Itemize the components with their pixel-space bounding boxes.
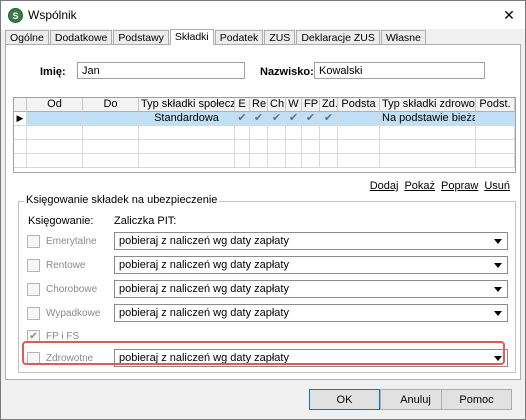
- checkbox-row-rentowe[interactable]: Rentowe: [27, 257, 85, 273]
- emerytalne-checkbox[interactable]: [27, 234, 40, 248]
- cell-podstawa[interactable]: [338, 112, 380, 126]
- cell-do[interactable]: [83, 112, 139, 126]
- grid-header-podst[interactable]: Podst.: [476, 98, 515, 112]
- wypadkowe-pit-value: pobieraj z naliczeń wg daty zapłaty: [119, 307, 289, 319]
- wypadkowe-label: Wypadkowe: [46, 307, 101, 319]
- cell-typ-zdrowotne[interactable]: Na podstawie bieżą: [380, 112, 476, 126]
- tab-strip: Ogólne Dodatkowe Podstawy Składki Podate…: [5, 29, 427, 45]
- table-row: [14, 126, 515, 140]
- grid-actions: Dodaj Pokaż Popraw Usuń: [370, 180, 510, 192]
- chorobowe-pit-select[interactable]: pobieraj z naliczeń wg daty zapłaty: [114, 280, 508, 298]
- rentowe-pit-select[interactable]: pobieraj z naliczeń wg daty zapłaty: [114, 256, 508, 274]
- grid-header-w[interactable]: W: [286, 98, 302, 112]
- emerytalne-pit-value: pobieraj z naliczeń wg daty zapłaty: [119, 235, 289, 247]
- cell-podst[interactable]: [476, 112, 515, 126]
- booking-column-label: Księgowanie:: [28, 215, 94, 227]
- tab-ogolne[interactable]: Ogólne: [5, 30, 49, 45]
- tab-skladki[interactable]: Składki: [169, 29, 214, 45]
- last-name-label: Nazwisko:: [260, 66, 314, 78]
- check-icon[interactable]: ✔: [320, 112, 338, 126]
- grid-header-re[interactable]: Re: [250, 98, 268, 112]
- first-name-field[interactable]: Jan: [77, 62, 245, 79]
- checkbox-row-wypadkowe[interactable]: Wypadkowe: [27, 305, 100, 321]
- rentowe-pit-value: pobieraj z naliczeń wg daty zapłaty: [119, 259, 289, 271]
- chevron-down-icon: [494, 239, 502, 244]
- delete-link[interactable]: Usuń: [484, 180, 510, 192]
- first-name-label: Imię:: [40, 66, 66, 78]
- highlight-frame: [22, 341, 505, 365]
- chorobowe-label: Chorobowe: [46, 283, 98, 295]
- last-name-field[interactable]: Kowalski: [314, 62, 485, 79]
- title-bar: S Wspólnik ✕: [1, 1, 525, 29]
- tab-dodatkowe[interactable]: Dodatkowe: [49, 30, 113, 45]
- check-icon[interactable]: ✔: [250, 112, 268, 126]
- checkbox-row-chorobowe[interactable]: Chorobowe: [27, 281, 97, 297]
- emerytalne-pit-select[interactable]: pobieraj z naliczeń wg daty zapłaty: [114, 232, 508, 250]
- grid-header-zd[interactable]: Zd.: [320, 98, 338, 112]
- booking-group-title: Księgowanie składek na ubezpieczenie: [24, 194, 220, 206]
- tab-wlasne[interactable]: Własne: [380, 30, 426, 45]
- grid-header-row: Od Do Typ składki społecz E Re Ch W FP Z…: [14, 98, 515, 112]
- close-icon[interactable]: ✕: [499, 5, 519, 25]
- chorobowe-pit-value: pobieraj z naliczeń wg daty zapłaty: [119, 283, 289, 295]
- pit-column-label: Zaliczka PIT:: [114, 215, 177, 227]
- emerytalne-label: Emerytalne: [46, 235, 97, 247]
- grid-header-ch[interactable]: Ch: [268, 98, 286, 112]
- chevron-down-icon: [494, 311, 502, 316]
- checkbox-row-emerytalne[interactable]: Emerytalne: [27, 233, 97, 249]
- check-icon[interactable]: ✔: [268, 112, 286, 126]
- wypadkowe-pit-select[interactable]: pobieraj z naliczeń wg daty zapłaty: [114, 304, 508, 322]
- cell-od[interactable]: [27, 112, 83, 126]
- grid-header-typ-spoleczne[interactable]: Typ składki społecz: [139, 98, 235, 112]
- edit-link[interactable]: Popraw: [441, 180, 478, 192]
- tab-podatek[interactable]: Podatek: [214, 30, 264, 45]
- chevron-down-icon: [494, 263, 502, 268]
- wypadkowe-checkbox[interactable]: [27, 306, 40, 320]
- chevron-down-icon: [494, 287, 502, 292]
- dialog-window: S Wspólnik ✕ Ogólne Dodatkowe Podstawy S…: [0, 0, 526, 420]
- grid-header-typ-zdrowotne[interactable]: Typ składki zdrowotne: [380, 98, 476, 112]
- grid-header-indicator: [14, 98, 27, 112]
- rentowe-label: Rentowe: [46, 259, 86, 271]
- add-link[interactable]: Dodaj: [370, 180, 399, 192]
- grid-header-fp[interactable]: FP: [302, 98, 320, 112]
- table-row[interactable]: ▶ Standardowa ✔ ✔ ✔ ✔ ✔ ✔ Na podstawie b…: [14, 112, 515, 126]
- contributions-grid[interactable]: Od Do Typ składki społecz E Re Ch W FP Z…: [13, 97, 516, 173]
- chorobowe-checkbox[interactable]: [27, 282, 40, 296]
- fp-fs-label: FP i FS: [46, 330, 80, 342]
- app-icon: S: [8, 8, 23, 23]
- grid-header-od[interactable]: Od: [27, 98, 83, 112]
- help-button[interactable]: Pomoc: [441, 389, 512, 410]
- ok-button[interactable]: OK: [309, 389, 380, 410]
- tab-podstawy[interactable]: Podstawy: [113, 30, 169, 45]
- row-indicator-icon: ▶: [14, 112, 27, 126]
- tab-zus[interactable]: ZUS: [264, 30, 296, 45]
- check-icon[interactable]: ✔: [286, 112, 302, 126]
- tab-panel: Imię: Jan Nazwisko: Kowalski Od Do Typ s…: [5, 44, 521, 380]
- window-title: Wspólnik: [28, 8, 77, 22]
- cell-typ-spoleczne[interactable]: Standardowa: [139, 112, 235, 126]
- rentowe-checkbox[interactable]: [27, 258, 40, 272]
- table-row: [14, 154, 515, 168]
- show-link[interactable]: Pokaż: [404, 180, 435, 192]
- grid-header-do[interactable]: Do: [83, 98, 139, 112]
- check-icon[interactable]: ✔: [235, 112, 250, 126]
- grid-header-e[interactable]: E: [235, 98, 250, 112]
- check-icon[interactable]: ✔: [302, 112, 320, 126]
- table-row: [14, 140, 515, 154]
- grid-header-podstawa[interactable]: Podsta: [338, 98, 380, 112]
- tab-deklaracje-zus[interactable]: Deklaracje ZUS: [296, 30, 380, 45]
